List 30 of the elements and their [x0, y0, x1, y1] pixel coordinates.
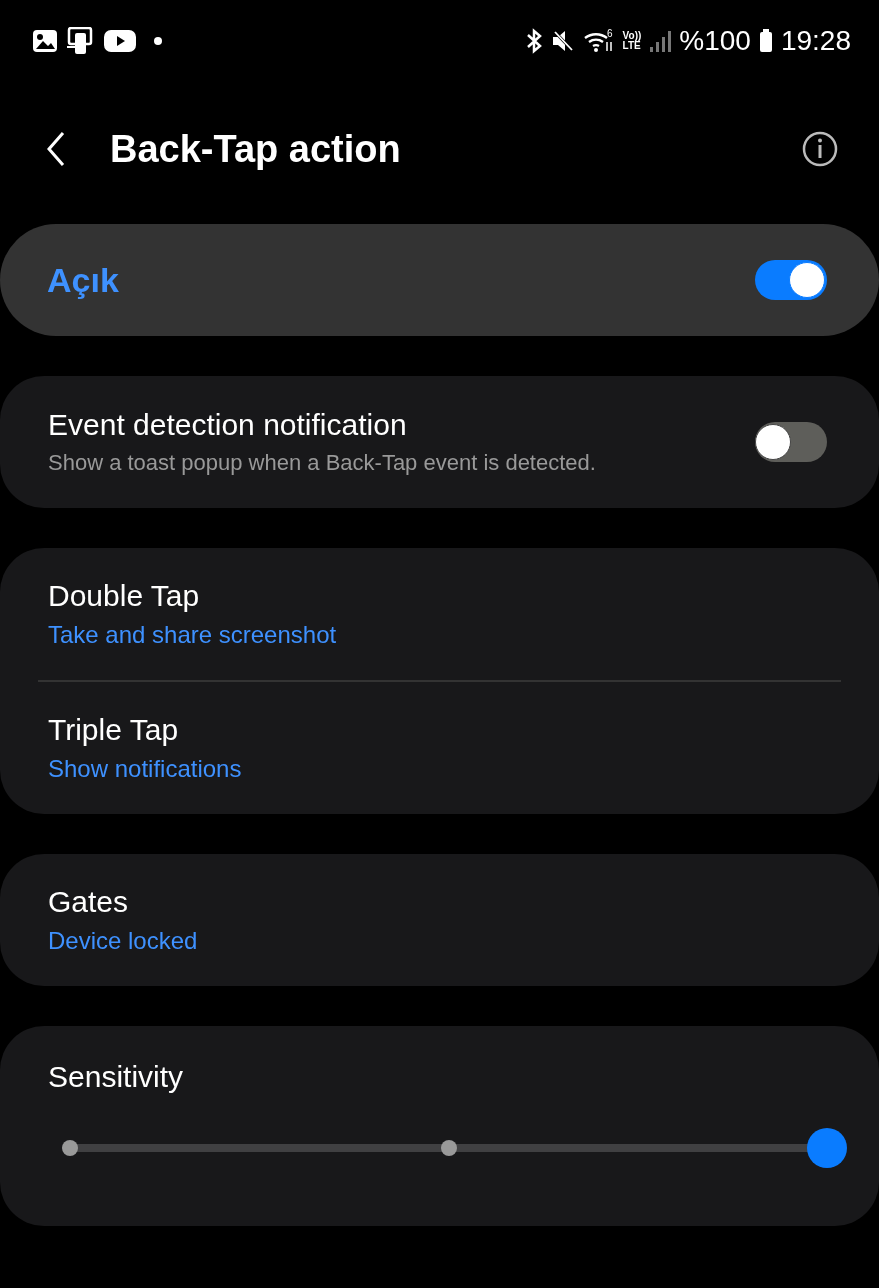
setting-title: Sensitivity [48, 1060, 185, 1094]
page-title: Back-Tap action [110, 127, 402, 171]
back-button[interactable] [46, 131, 66, 167]
master-switch-label: Açık [47, 260, 119, 300]
notification-dot [154, 37, 162, 45]
slider-thumb[interactable] [807, 1128, 847, 1168]
master-toggle[interactable] [755, 260, 827, 300]
gallery-icon [32, 29, 58, 53]
signal-icon [649, 29, 672, 53]
info-button[interactable] [801, 130, 839, 168]
setting-title[interactable]: Triple Tap [48, 713, 242, 747]
setting-value: Take and share screenshot [48, 621, 337, 649]
setting-value: Show notifications [48, 755, 242, 783]
info-icon [801, 130, 839, 168]
play-icon [104, 29, 136, 53]
volte-indicator: Vo)) LTE [622, 31, 642, 51]
setting-description: Show a toast popup when a Back-Tap event is detected. [48, 450, 596, 476]
setting-toggle[interactable] [755, 422, 827, 462]
battery-percent: %100 [679, 25, 751, 57]
setting-title[interactable]: Double Tap [48, 579, 337, 613]
mute-icon [550, 29, 575, 53]
back-icon [46, 131, 66, 167]
slider-step-dot [440, 1140, 457, 1156]
slider-step-dot [62, 1140, 78, 1156]
setting-title: Event detection notification [48, 408, 408, 442]
setting-title[interactable]: Gates [48, 885, 198, 919]
battery-icon [758, 29, 773, 53]
setting-value: Device locked [48, 927, 198, 955]
clock: 19:28 [780, 25, 851, 57]
master-switch-bar[interactable]: Açık [0, 224, 879, 336]
